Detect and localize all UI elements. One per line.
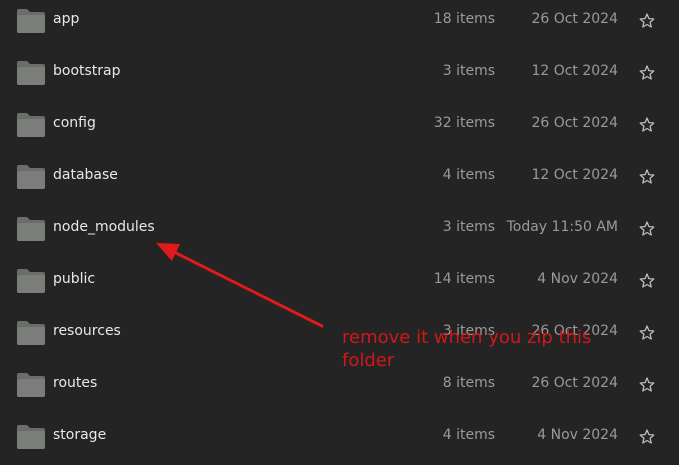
star-icon[interactable] xyxy=(638,220,656,238)
file-name: routes xyxy=(53,375,98,391)
folder-icon xyxy=(17,217,45,241)
file-name: bootstrap xyxy=(53,63,121,79)
modified-date: 4 Nov 2024 xyxy=(537,271,618,287)
item-count: 3 items xyxy=(442,323,495,339)
star-icon[interactable] xyxy=(638,376,656,394)
modified-date: 12 Oct 2024 xyxy=(531,167,618,183)
file-row-storage[interactable]: storage 4 items 4 Nov 2024 xyxy=(0,413,679,465)
star-icon[interactable] xyxy=(638,12,656,30)
folder-icon xyxy=(17,269,45,293)
file-row-routes[interactable]: routes 8 items 26 Oct 2024 xyxy=(0,361,679,413)
folder-icon xyxy=(17,113,45,137)
file-name: storage xyxy=(53,427,107,443)
star-icon[interactable] xyxy=(638,428,656,446)
file-row-config[interactable]: config 32 items 26 Oct 2024 xyxy=(0,101,679,153)
folder-icon xyxy=(17,373,45,397)
folder-icon xyxy=(17,61,45,85)
star-icon[interactable] xyxy=(638,116,656,134)
folder-icon xyxy=(17,425,45,449)
item-count: 14 items xyxy=(433,271,495,287)
item-count: 4 items xyxy=(442,427,495,443)
modified-date: 4 Nov 2024 xyxy=(537,427,618,443)
star-icon[interactable] xyxy=(638,324,656,342)
star-icon[interactable] xyxy=(638,64,656,82)
folder-icon xyxy=(17,165,45,189)
folder-icon xyxy=(17,9,45,33)
modified-date: 12 Oct 2024 xyxy=(531,63,618,79)
file-name: public xyxy=(53,271,96,287)
file-name: node_modules xyxy=(53,219,155,235)
modified-date: Today 11:50 AM xyxy=(506,219,618,235)
modified-date: 26 Oct 2024 xyxy=(531,11,618,27)
item-count: 3 items xyxy=(442,219,495,235)
file-list: app 18 items 26 Oct 2024 bootstrap 3 ite… xyxy=(0,0,679,449)
file-name: resources xyxy=(53,323,121,339)
item-count: 4 items xyxy=(442,167,495,183)
file-name: database xyxy=(53,167,118,183)
item-count: 18 items xyxy=(433,11,495,27)
item-count: 3 items xyxy=(442,63,495,79)
file-row-resources[interactable]: resources 3 items 26 Oct 2024 xyxy=(0,309,679,361)
star-icon[interactable] xyxy=(638,272,656,290)
folder-icon xyxy=(17,321,45,345)
file-row-app[interactable]: app 18 items 26 Oct 2024 xyxy=(0,0,679,49)
item-count: 8 items xyxy=(442,375,495,391)
modified-date: 26 Oct 2024 xyxy=(531,323,618,339)
file-row-database[interactable]: database 4 items 12 Oct 2024 xyxy=(0,153,679,205)
star-icon[interactable] xyxy=(638,168,656,186)
modified-date: 26 Oct 2024 xyxy=(531,115,618,131)
file-row-bootstrap[interactable]: bootstrap 3 items 12 Oct 2024 xyxy=(0,49,679,101)
file-name: app xyxy=(53,11,80,27)
file-name: config xyxy=(53,115,96,131)
modified-date: 26 Oct 2024 xyxy=(531,375,618,391)
item-count: 32 items xyxy=(433,115,495,131)
file-row-public[interactable]: public 14 items 4 Nov 2024 xyxy=(0,257,679,309)
file-row-node-modules[interactable]: node_modules 3 items Today 11:50 AM xyxy=(0,205,679,257)
